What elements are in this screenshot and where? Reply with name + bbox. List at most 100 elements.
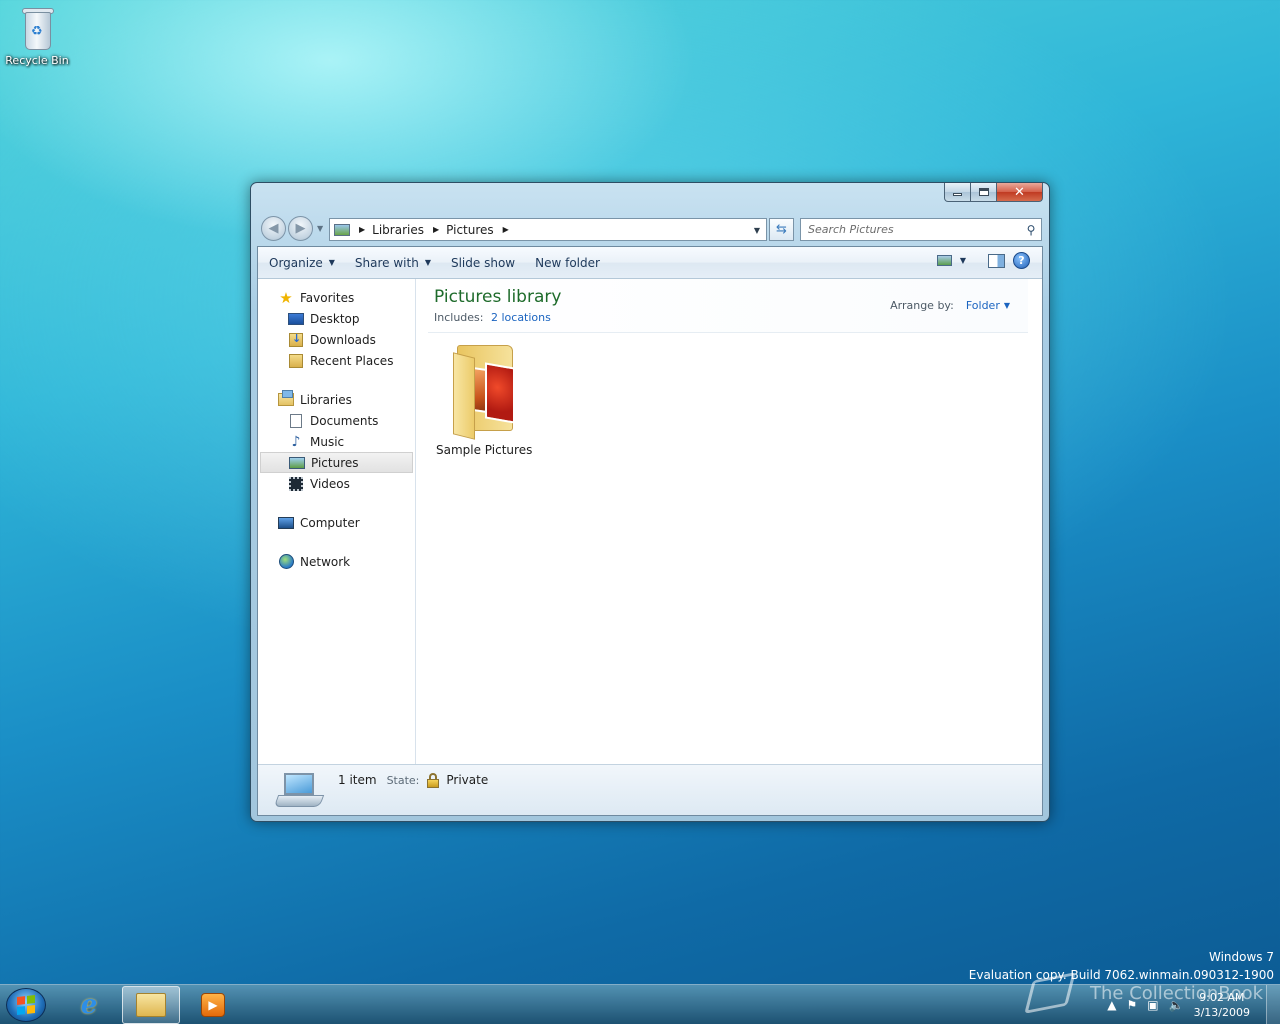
internet-explorer-icon: e — [80, 990, 98, 1020]
nav-label: Pictures — [311, 455, 359, 470]
nav-network[interactable]: Network — [258, 551, 415, 572]
nav-libraries[interactable]: Libraries — [258, 389, 415, 410]
caption-buttons: ✕ — [944, 183, 1043, 202]
new-folder-button[interactable]: New folder — [526, 251, 609, 275]
library-header: Pictures library Includes: 2 locations A… — [428, 279, 1028, 333]
libraries-icon — [278, 390, 294, 407]
back-button[interactable]: ◀ — [261, 216, 286, 241]
breadcrumb-separator-icon[interactable]: ▶ — [433, 225, 439, 234]
recycle-bin[interactable]: ♻ Recycle Bin — [4, 6, 70, 67]
organize-button[interactable]: Organize ▼ — [260, 251, 344, 275]
item-count: 1 item — [338, 773, 377, 787]
nav-documents[interactable]: Documents — [258, 410, 415, 431]
maximize-button[interactable] — [971, 183, 997, 202]
address-bar[interactable]: ▶ Libraries ▶ Pictures ▶ ▼ — [329, 218, 767, 241]
share-with-button[interactable]: Share with ▼ — [346, 251, 440, 275]
nav-label: Downloads — [310, 332, 376, 347]
start-button[interactable] — [6, 988, 46, 1022]
libraries-group: Libraries Documents ♪ Music Pictures Vide… — [258, 389, 415, 494]
videos-icon — [288, 476, 304, 491]
nav-computer[interactable]: Computer — [258, 512, 415, 533]
chevron-down-icon: ▼ — [424, 258, 431, 267]
chevron-down-icon[interactable]: ▼ — [1004, 301, 1010, 310]
nav-downloads[interactable]: Downloads — [258, 329, 415, 350]
computer-icon — [278, 516, 294, 530]
breadcrumb-separator-icon[interactable]: ▶ — [359, 225, 365, 234]
brand-watermark: The CollectionBook — [1024, 972, 1264, 1014]
includes-label: Includes: — [434, 311, 484, 324]
search-box[interactable]: ⚲ — [800, 218, 1042, 241]
nav-label: Recent Places — [310, 353, 394, 368]
nav-recent-places[interactable]: Recent Places — [258, 350, 415, 371]
refresh-button[interactable]: ⇆ — [769, 218, 794, 241]
forward-arrow-icon: ▶ — [295, 221, 306, 236]
breadcrumb-pictures[interactable]: Pictures — [446, 223, 494, 237]
folder-name: Sample Pictures — [436, 443, 533, 457]
desktop-icon — [288, 312, 304, 326]
nav-music[interactable]: ♪ Music — [258, 431, 415, 452]
chevron-down-icon: ▼ — [328, 258, 335, 267]
pictures-icon — [289, 456, 305, 470]
nav-label: Documents — [310, 413, 379, 428]
navigation-pane: ★ Favorites Desktop Downloads Recent Plac… — [258, 279, 416, 764]
close-button[interactable]: ✕ — [997, 183, 1043, 202]
navigation-bar: ◀ ▶ ▼ ▶ Libraries ▶ Pictures ▶ ▼ ⇆ ⚲ — [259, 216, 1043, 242]
locations-link[interactable]: 2 locations — [491, 311, 551, 324]
taskbar-internet-explorer[interactable]: e — [60, 986, 118, 1024]
state-value: Private — [446, 773, 489, 787]
nav-desktop[interactable]: Desktop — [258, 308, 415, 329]
view-options-chevron-icon[interactable]: ▼ — [960, 256, 966, 265]
taskbar-media-player[interactable]: ▶ — [184, 986, 242, 1024]
search-input[interactable] — [808, 223, 1021, 236]
nav-pictures[interactable]: Pictures — [260, 452, 413, 473]
address-dropdown-icon[interactable]: ▼ — [754, 226, 760, 235]
library-title: Pictures library — [434, 287, 562, 307]
folder-item-sample-pictures[interactable]: Sample Pictures — [436, 341, 532, 457]
nav-videos[interactable]: Videos — [258, 473, 415, 494]
star-icon: ★ — [279, 288, 293, 307]
recycle-bin-label: Recycle Bin — [5, 54, 69, 67]
nav-label: Libraries — [300, 392, 352, 407]
nav-favorites[interactable]: ★ Favorites — [258, 287, 415, 308]
nav-label: Favorites — [300, 290, 355, 305]
forward-button[interactable]: ▶ — [288, 216, 313, 241]
media-player-icon: ▶ — [201, 993, 225, 1017]
recycle-bin-icon: ♻ — [19, 6, 55, 52]
pictures-location-icon — [334, 223, 350, 236]
network-icon — [278, 554, 294, 569]
taskbar-windows-explorer[interactable] — [122, 986, 180, 1024]
show-desktop-button[interactable] — [1266, 985, 1280, 1024]
library-includes: Includes: 2 locations — [434, 311, 551, 324]
downloads-icon — [288, 332, 304, 347]
explorer-body: ★ Favorites Desktop Downloads Recent Plac… — [258, 279, 1042, 764]
minimize-icon — [953, 193, 962, 196]
slide-show-button[interactable]: Slide show — [442, 251, 524, 275]
explorer-frame: Organize ▼ Share with ▼ Slide show New fol… — [257, 246, 1043, 816]
book-logo-icon — [1024, 972, 1076, 1014]
favorites-group: ★ Favorites Desktop Downloads Recent Plac… — [258, 287, 415, 371]
minimize-button[interactable] — [944, 183, 971, 202]
nav-label: Computer — [300, 515, 360, 530]
windows-logo-icon — [17, 995, 35, 1015]
brand-text: The CollectionBook — [1090, 982, 1264, 1004]
breadcrumb-libraries[interactable]: Libraries — [372, 223, 424, 237]
change-view-icon[interactable] — [936, 255, 952, 266]
network-group: Network — [258, 551, 415, 572]
organize-label: Organize — [269, 255, 323, 270]
nav-label: Network — [300, 554, 351, 569]
search-icon[interactable]: ⚲ — [1021, 223, 1041, 237]
help-icon[interactable]: ? — [1013, 252, 1030, 269]
preview-pane-icon[interactable] — [988, 253, 1005, 268]
nav-label: Desktop — [310, 311, 360, 326]
view-controls: ▼ ? — [936, 252, 1030, 269]
computer-group: Computer — [258, 512, 415, 533]
recent-places-icon — [288, 353, 304, 368]
arrange-by: Arrange by: Folder ▼ — [890, 299, 1010, 312]
breadcrumb-separator-icon[interactable]: ▶ — [503, 225, 509, 234]
arrange-label: Arrange by: — [890, 299, 954, 312]
file-list[interactable]: Pictures library Includes: 2 locations A… — [416, 279, 1042, 764]
arrange-by-dropdown[interactable]: Folder — [966, 299, 1000, 312]
state-label: State: — [386, 773, 420, 787]
recent-pages-dropdown[interactable]: ▼ — [317, 224, 323, 233]
folder-icon — [449, 341, 519, 440]
